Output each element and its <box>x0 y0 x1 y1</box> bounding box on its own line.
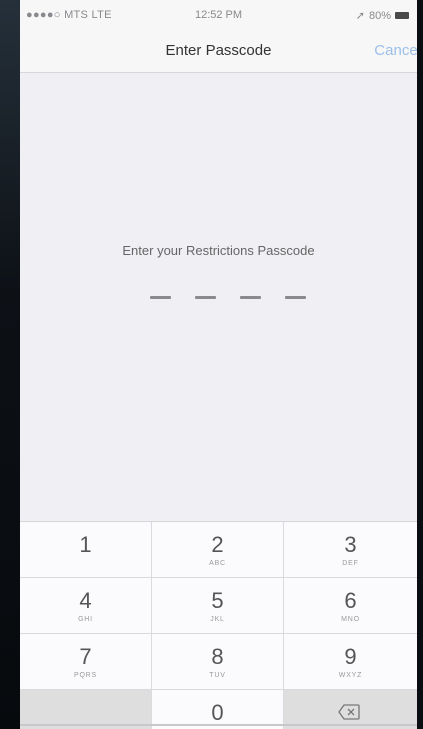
key-letters: ABC <box>209 560 226 567</box>
numeric-keypad: 1 2 ABC 3 DEF 4 GHI 5 JKL 6 MNO 7 PQRS 8… <box>20 521 417 729</box>
passcode-digit-slot <box>285 296 306 299</box>
key-3[interactable]: 3 DEF <box>284 522 417 578</box>
background-left <box>0 0 20 729</box>
key-4[interactable]: 4 GHI <box>20 578 152 634</box>
key-digit: 8 <box>211 644 224 669</box>
key-digit: 4 <box>79 588 92 613</box>
location-icon: ➚ <box>355 10 365 22</box>
passcode-digit-slot <box>195 296 216 299</box>
key-digit: 9 <box>344 644 357 669</box>
battery-percent: 80% <box>368 9 391 22</box>
delete-icon <box>338 704 360 725</box>
key-digit: 0 <box>211 700 224 725</box>
key-9[interactable]: 9 WXYZ <box>284 634 417 690</box>
key-letters: TUV <box>209 672 226 679</box>
cancel-button[interactable]: Cancel <box>374 42 417 59</box>
passcode-prompt: Enter your Restrictions Passcode <box>122 243 315 258</box>
key-digit: 1 <box>79 532 92 557</box>
key-digit: 2 <box>211 532 224 557</box>
phone-screen: ●●●●○ MTS LTE 12:52 PM ➚ 80% Enter Passc… <box>20 0 417 729</box>
page-title: Enter Passcode <box>165 42 272 59</box>
key-5[interactable]: 5 JKL <box>152 578 284 634</box>
key-letters: PQRS <box>73 672 98 679</box>
status-right: ➚ 80% <box>356 9 409 22</box>
key-6[interactable]: 6 MNO <box>284 578 417 634</box>
key-7[interactable]: 7 PQRS <box>20 634 152 690</box>
passcode-digit-slot <box>150 296 171 299</box>
key-8[interactable]: 8 TUV <box>152 634 284 690</box>
bottom-divider <box>20 724 417 726</box>
battery-icon <box>395 12 409 19</box>
key-letters: GHI <box>78 616 93 623</box>
passcode-field <box>150 296 306 299</box>
key-letters: JKL <box>210 616 225 623</box>
key-digit: 6 <box>344 588 357 613</box>
key-2[interactable]: 2 ABC <box>152 522 284 578</box>
status-bar: ●●●●○ MTS LTE 12:52 PM ➚ 80% <box>20 0 417 30</box>
key-digit: 3 <box>344 532 357 557</box>
key-digit: 5 <box>211 588 224 613</box>
key-letters: MNO <box>341 616 360 623</box>
key-letters: DEF <box>342 560 359 567</box>
background-right <box>417 0 423 729</box>
passcode-digit-slot <box>240 296 261 299</box>
key-digit: 7 <box>79 644 92 669</box>
navigation-bar: Enter Passcode Cancel <box>20 30 417 73</box>
key-letters: WXYZ <box>338 672 363 679</box>
key-1[interactable]: 1 <box>20 522 152 578</box>
